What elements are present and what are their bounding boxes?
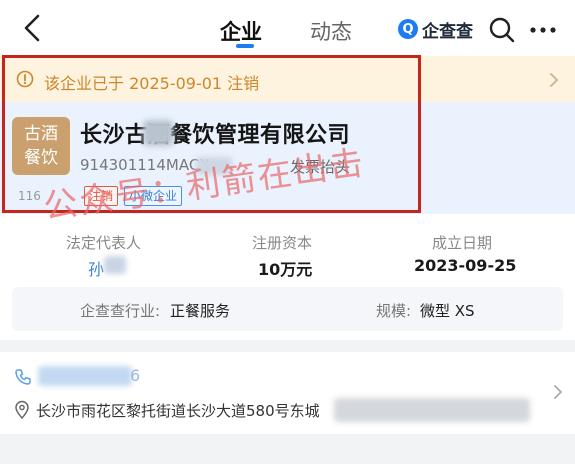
brand[interactable]: Q 企查查 <box>398 16 473 42</box>
capital-value: 10万元 <box>258 260 313 279</box>
phone-redaction <box>38 366 132 386</box>
legal-rep-label: 法定代表人 <box>66 234 142 252</box>
brand-name: 企查查 <box>422 21 473 42</box>
address[interactable]: 长沙市雨花区黎托街道长沙大道580号东城 <box>36 400 320 421</box>
section-divider <box>0 340 575 352</box>
chevron-right-icon[interactable] <box>552 384 564 400</box>
location-pin-icon <box>15 400 29 420</box>
back-arrow-icon[interactable] <box>18 12 48 44</box>
founded-label: 成立日期 <box>432 234 493 252</box>
search-icon[interactable] <box>488 16 516 44</box>
top-nav: 企业 动态 Q 企查查 <box>0 0 575 56</box>
legal-rep-value[interactable]: 孙 <box>88 256 104 280</box>
chevron-right-icon <box>550 73 559 87</box>
more-icon[interactable] <box>528 20 558 40</box>
tab-news[interactable]: 动态 <box>310 16 352 46</box>
address-redaction <box>334 398 530 422</box>
section-divider <box>0 434 575 464</box>
tab-company[interactable]: 企业 <box>220 16 262 46</box>
founded-value: 2023-09-25 <box>414 256 517 275</box>
legal-rep-redaction <box>104 256 126 274</box>
brand-logo-icon: Q <box>398 19 418 39</box>
phone-icon <box>15 369 31 385</box>
capital-label: 注册资本 <box>252 234 313 252</box>
industry-value: 正餐服务 <box>170 302 231 320</box>
industry-label: 企查查行业: <box>80 302 161 320</box>
scale-label: 规模: <box>376 302 412 320</box>
active-tab-indicator <box>236 44 254 48</box>
scale-value: 微型 XS <box>420 302 475 320</box>
phone-number[interactable]: 6 <box>130 366 140 385</box>
